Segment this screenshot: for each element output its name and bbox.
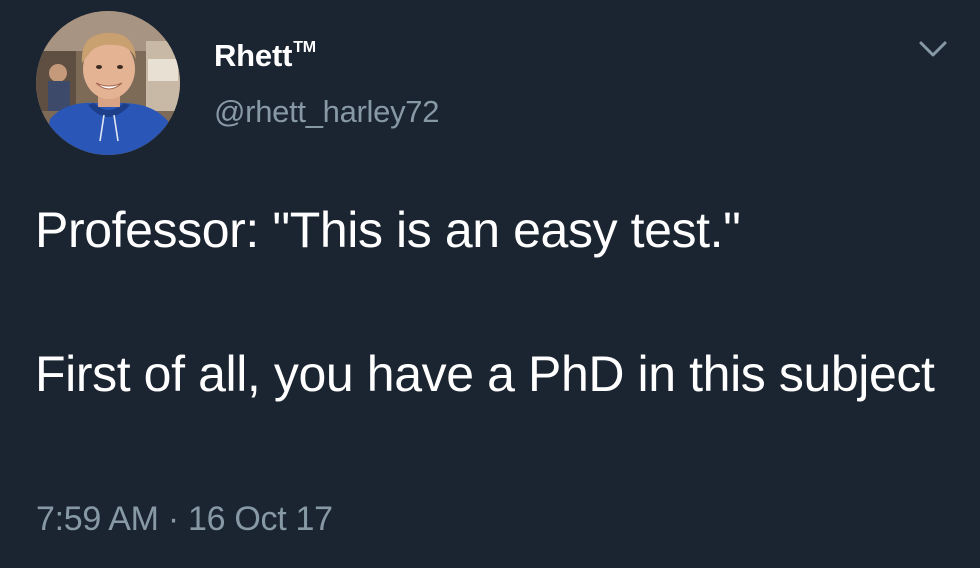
tweet-date: 16 Oct 17 <box>188 500 333 538</box>
chevron-down-icon <box>919 41 947 57</box>
user-handle[interactable]: @rhett_harley72 <box>214 94 439 130</box>
avatar[interactable] <box>36 11 180 155</box>
tweet-menu-button[interactable] <box>916 36 950 62</box>
trademark-symbol: TM <box>293 39 316 56</box>
tweet-text-line-1: Professor: "This is an easy test." <box>35 202 741 258</box>
tweet-time: 7:59 AM <box>36 500 159 538</box>
avatar-photo-icon <box>36 11 180 155</box>
tweet-text: Professor: "This is an easy test." First… <box>35 194 955 410</box>
tweet-card: RhettTM @rhett_harley72 Professor: "This… <box>0 0 980 568</box>
display-name-text: Rhett <box>214 38 293 73</box>
tweet-text-line-2: First of all, you have a PhD in this sub… <box>35 346 935 402</box>
tweet-timestamp[interactable]: 7:59 AM · 16 Oct 17 <box>36 500 333 539</box>
meta-separator: · <box>167 500 179 538</box>
display-name[interactable]: RhettTM <box>214 38 316 74</box>
